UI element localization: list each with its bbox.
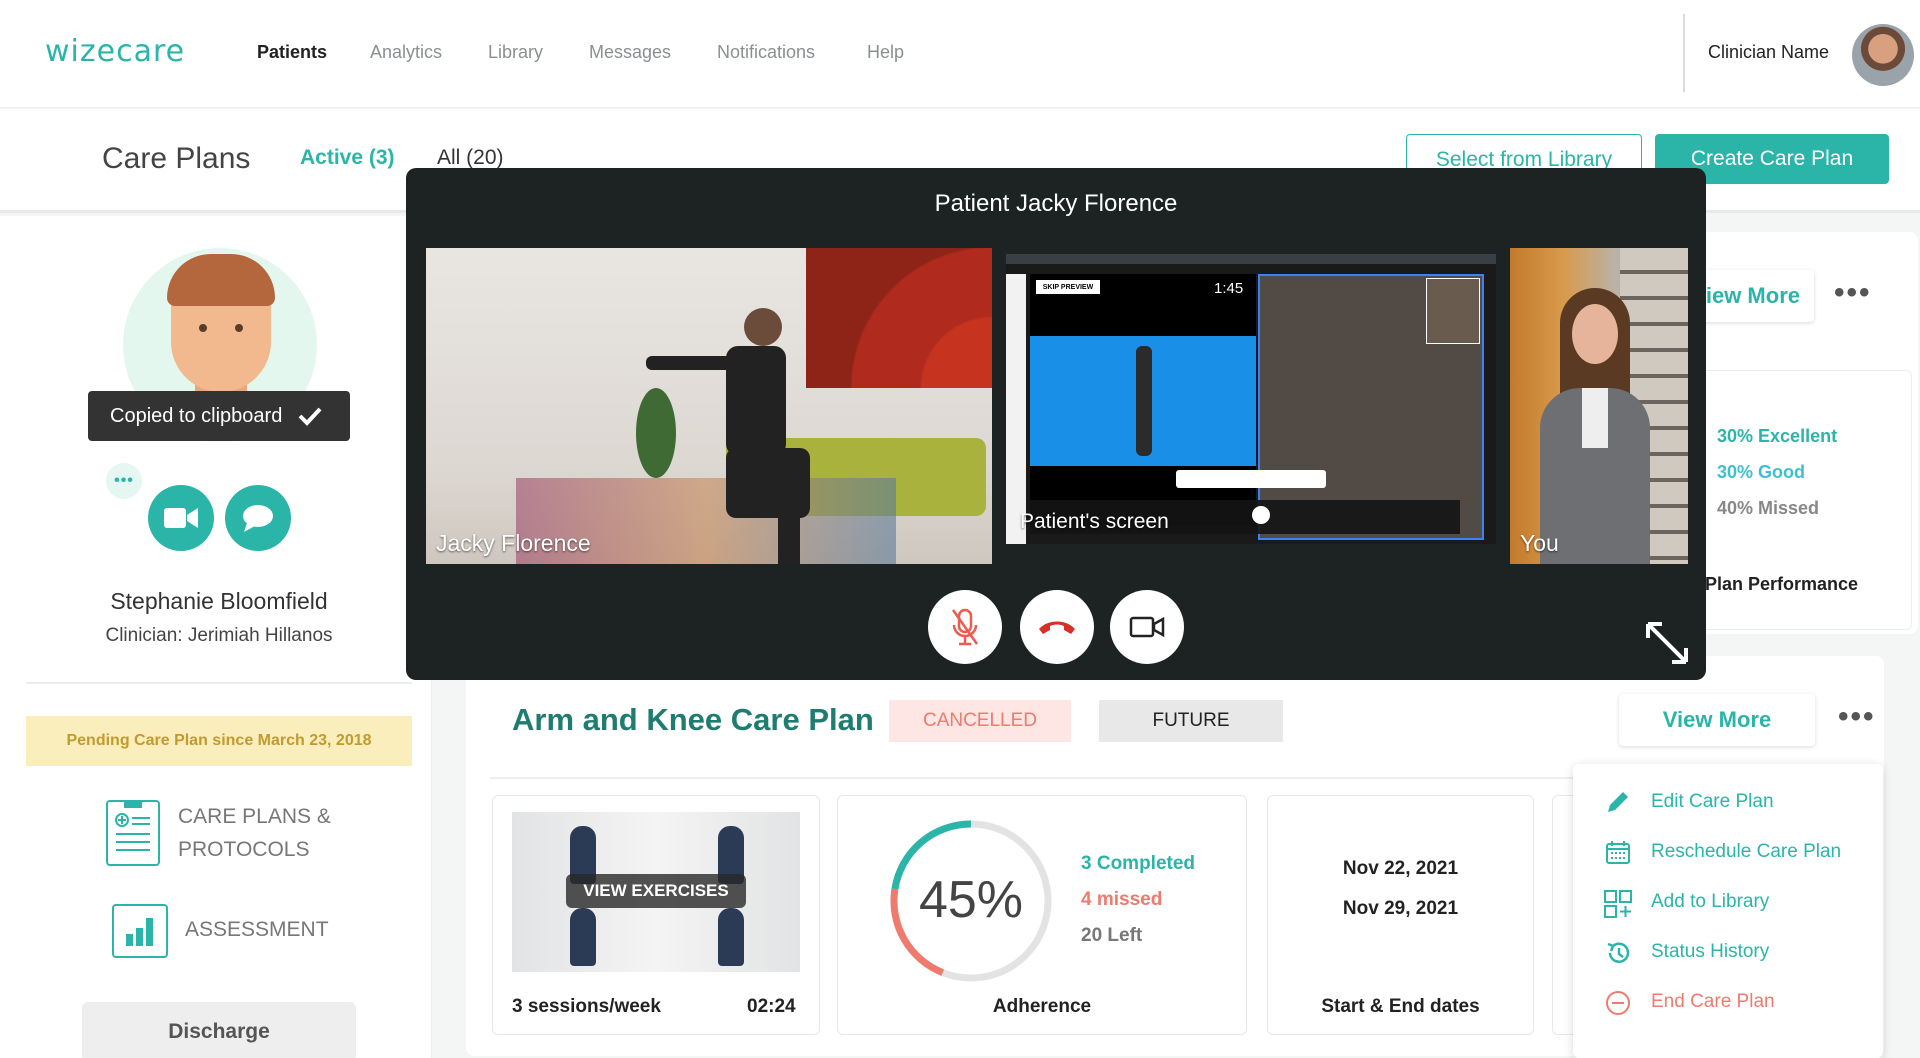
- microphone-off-icon: [951, 608, 979, 646]
- nav-patients[interactable]: Patients: [257, 42, 327, 63]
- tab-all[interactable]: All (20): [437, 146, 504, 170]
- video-call-title: Patient Jacky Florence: [934, 190, 1178, 217]
- view-exercises-button[interactable]: VIEW EXERCISES: [566, 874, 746, 908]
- tab-active[interactable]: Active (3): [300, 146, 395, 170]
- menu-status-history[interactable]: Status History: [1651, 941, 1769, 963]
- skip-preview-label: SKIP PREVIEW: [1036, 280, 1100, 294]
- screen-tile-label: Patient's screen: [1020, 510, 1169, 533]
- screen-timer: 1:45: [1214, 280, 1244, 297]
- clinician-name[interactable]: Clinician Name: [1708, 42, 1829, 63]
- bar-chart-icon: [112, 904, 168, 958]
- menu-assessment[interactable]: ASSESSMENT: [185, 913, 329, 946]
- nav-help[interactable]: Help: [867, 42, 904, 63]
- patient-clinician: Clinician: Jerimiah Hillanos: [105, 625, 333, 646]
- self-video-tile: You: [1510, 248, 1688, 564]
- nav-notifications[interactable]: Notifications: [717, 42, 815, 63]
- patient-video-tile: Jacky Florence: [426, 248, 992, 564]
- nav-library[interactable]: Library: [488, 42, 543, 63]
- menu-add-to-library[interactable]: Add to Library: [1651, 891, 1769, 913]
- left-count: 20 Left: [1081, 925, 1143, 946]
- clinician-avatar[interactable]: [1852, 24, 1914, 86]
- copied-toast: Copied to clipboard: [88, 391, 350, 441]
- cancelled-badge: CANCELLED: [889, 700, 1071, 742]
- chat-button[interactable]: [225, 485, 291, 551]
- pending-banner: Pending Care Plan since March 23, 2018: [26, 716, 412, 766]
- calendar-icon: [1606, 841, 1630, 864]
- wizecare-logo[interactable]: wizecare: [45, 34, 185, 69]
- camera-toggle-button[interactable]: [1110, 590, 1184, 664]
- completed-count: 3 Completed: [1081, 853, 1196, 874]
- discharge-button[interactable]: Discharge: [82, 1002, 356, 1058]
- perf-good: 30% Good: [1717, 462, 1806, 482]
- mute-button[interactable]: [928, 590, 1002, 664]
- session-duration: 02:24: [747, 996, 796, 1017]
- more-options-icon[interactable]: •••: [106, 463, 142, 499]
- perf-label: Plan Performance: [1704, 574, 1858, 594]
- nav-analytics[interactable]: Analytics: [370, 42, 442, 63]
- history-icon: [1607, 942, 1630, 963]
- more-options-icon-plan[interactable]: •••: [1838, 700, 1876, 734]
- perf-excellent: 30% Excellent: [1717, 426, 1838, 446]
- start-date: Nov 22, 2021: [1342, 858, 1459, 879]
- chat-bubble-icon: [243, 505, 273, 532]
- patient-name: Stephanie Bloomfield: [110, 588, 328, 614]
- expand-icon[interactable]: [1644, 620, 1690, 666]
- nav-divider: [1683, 14, 1685, 92]
- page-title: Care Plans: [102, 142, 251, 175]
- hang-up-icon: [1039, 621, 1075, 634]
- nav-messages[interactable]: Messages: [589, 42, 671, 63]
- view-more-button[interactable]: View More: [1619, 694, 1815, 746]
- sessions-per-week: 3 sessions/week: [512, 996, 661, 1017]
- patient-tile-label: Jacky Florence: [436, 530, 591, 556]
- pencil-icon: [1608, 792, 1628, 812]
- video-camera-icon: [164, 508, 198, 528]
- missed-count: 4 missed: [1081, 889, 1163, 910]
- video-call-button[interactable]: [148, 485, 214, 551]
- menu-care-plans[interactable]: CARE PLANS & PROTOCOLS: [178, 800, 331, 866]
- more-options-icon-top[interactable]: •••: [1834, 276, 1872, 310]
- menu-end-care-plan[interactable]: End Care Plan: [1651, 991, 1775, 1013]
- self-tile-label: You: [1520, 530, 1559, 556]
- adherence-label: Adherence: [992, 996, 1092, 1017]
- end-date: Nov 29, 2021: [1342, 898, 1459, 919]
- dates-label: Start & End dates: [1321, 996, 1480, 1017]
- adherence-percent: 45%: [918, 871, 1024, 929]
- patient-screen-tile: SKIP PREVIEW 1:45 Patient's screen: [1006, 254, 1496, 544]
- end-call-button[interactable]: [1020, 590, 1094, 664]
- plan-title: Arm and Knee Care Plan: [512, 702, 874, 737]
- minus-circle-icon: [1606, 991, 1630, 1015]
- menu-reschedule-care-plan[interactable]: Reschedule Care Plan: [1651, 841, 1841, 863]
- check-icon: [298, 407, 322, 426]
- perf-missed: 40% Missed: [1717, 498, 1820, 518]
- add-library-icon: [1604, 890, 1632, 918]
- clipboard-icon: [106, 800, 160, 866]
- video-camera-icon: [1129, 616, 1165, 638]
- menu-edit-care-plan[interactable]: Edit Care Plan: [1651, 791, 1774, 813]
- toast-text: Copied to clipboard: [110, 404, 283, 427]
- sidebar-divider: [26, 682, 412, 684]
- future-badge: FUTURE: [1099, 700, 1283, 742]
